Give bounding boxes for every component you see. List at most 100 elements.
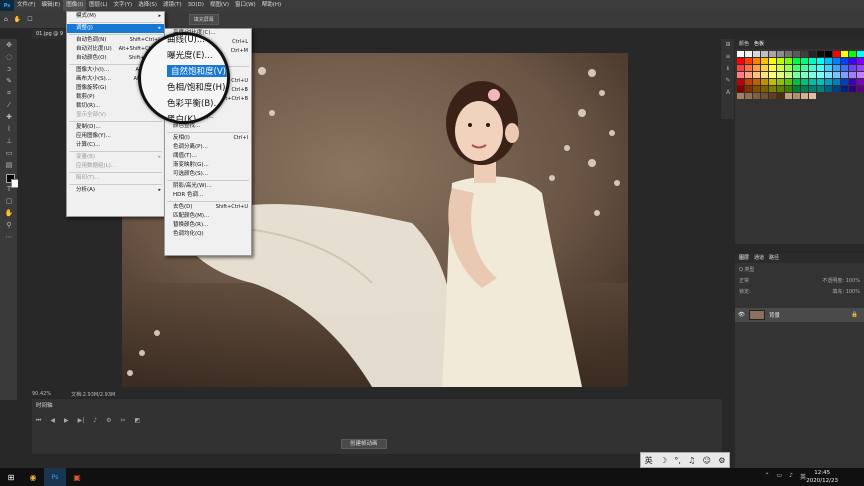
color-swatch[interactable] — [841, 58, 848, 64]
color-swatch[interactable] — [761, 72, 768, 78]
adjust-menu-item[interactable]: 可选颜色(S)... — [165, 170, 251, 179]
character-panel-icon[interactable]: A — [721, 87, 735, 99]
color-swatch[interactable] — [801, 86, 808, 92]
color-swatch[interactable] — [753, 79, 760, 85]
color-swatch[interactable] — [769, 65, 776, 71]
color-swatch[interactable] — [793, 58, 800, 64]
brush-tool-icon[interactable]: ⌇ — [0, 123, 18, 135]
adjust-menu-item[interactable]: 阈值(T)... — [165, 152, 251, 161]
lasso-tool-icon[interactable]: ↄ — [0, 63, 18, 75]
color-swatch[interactable] — [809, 51, 816, 57]
more-tools-icon[interactable]: ⋯ — [0, 231, 18, 243]
eyedropper-tool-icon[interactable]: ⁄ — [0, 99, 18, 111]
image-menu-item[interactable]: 分析(A) ▸ — [67, 186, 164, 195]
color-swatch[interactable] — [793, 72, 800, 78]
color-swatch[interactable] — [817, 51, 824, 57]
tray-arrow-icon[interactable]: ⌃ — [764, 472, 769, 481]
color-swatch[interactable] — [825, 58, 832, 64]
input-method-icon[interactable]: 英 — [800, 472, 806, 481]
brush-panel-icon[interactable]: ✎ — [721, 75, 735, 87]
menu-file[interactable]: 文件(F) — [14, 0, 38, 11]
color-swatch[interactable] — [745, 65, 752, 71]
color-swatch[interactable] — [817, 86, 824, 92]
color-swatch[interactable] — [777, 65, 784, 71]
color-swatch[interactable] — [737, 65, 744, 71]
color-swatch[interactable] — [825, 79, 832, 85]
color-swatch[interactable] — [793, 86, 800, 92]
volume-icon[interactable]: ♪ — [789, 472, 793, 481]
layer-filter-select[interactable]: Q 类型 — [739, 266, 755, 273]
color-swatch[interactable] — [745, 93, 752, 99]
color-swatch[interactable] — [777, 93, 784, 99]
color-swatch[interactable] — [745, 58, 752, 64]
quick-select-tool-icon[interactable]: ✎ — [0, 75, 18, 87]
properties-panel-icon[interactable]: ≡ — [721, 51, 735, 63]
color-swatch[interactable] — [777, 58, 784, 64]
color-swatch[interactable] — [753, 65, 760, 71]
color-swatch[interactable] — [777, 79, 784, 85]
menu-filter[interactable]: 滤镜(T) — [160, 0, 185, 11]
color-swatch[interactable] — [817, 79, 824, 85]
color-swatch[interactable] — [809, 86, 816, 92]
photoshop-taskbar-icon[interactable]: Ps — [44, 468, 66, 486]
layer-row-background[interactable]: 👁 背景 🔒 — [735, 308, 864, 322]
color-swatch[interactable] — [793, 65, 800, 71]
history-panel-icon[interactable]: ⊞ — [721, 39, 735, 51]
color-swatch[interactable] — [737, 79, 744, 85]
ime-button[interactable]: ☽ — [660, 456, 667, 465]
color-swatch[interactable] — [857, 58, 864, 64]
color-swatch[interactable] — [833, 86, 840, 92]
color-swatch[interactable] — [761, 65, 768, 71]
color-swatch[interactable] — [801, 93, 808, 99]
image-menu-item[interactable]: 计算(C)... — [67, 141, 164, 150]
color-swatch[interactable] — [737, 72, 744, 78]
menu-edit[interactable]: 编辑(E) — [38, 0, 63, 11]
color-swatch[interactable] — [825, 86, 832, 92]
crop-tool-icon[interactable]: ⌗ — [0, 87, 18, 99]
color-swatch[interactable] — [841, 72, 848, 78]
color-swatch[interactable] — [753, 72, 760, 78]
menu-3d[interactable]: 3D(D) — [185, 0, 207, 11]
image-menu-item[interactable]: 复制(D)... — [67, 123, 164, 132]
color-swatch[interactable] — [737, 58, 744, 64]
adjust-menu-item[interactable]: 匹配颜色(M)... — [165, 212, 251, 221]
color-swatch[interactable] — [809, 72, 816, 78]
color-swatch[interactable] — [817, 58, 824, 64]
hand-tool-icon[interactable]: ✋ — [0, 207, 18, 219]
menu-help[interactable]: 帮助(H) — [259, 0, 284, 11]
color-swatch[interactable] — [769, 58, 776, 64]
fill-screen-button[interactable]: 填充屏幕 — [188, 14, 219, 25]
eraser-tool-icon[interactable]: ▭ — [0, 147, 18, 159]
color-swatch[interactable] — [833, 72, 840, 78]
color-swatch[interactable] — [785, 86, 792, 92]
prev-frame-icon[interactable]: ◀ — [50, 417, 55, 425]
ime-button[interactable]: ☺ — [703, 456, 711, 465]
color-swatch[interactable] — [737, 93, 744, 99]
zoom-level[interactable]: 90.42% — [32, 391, 51, 397]
color-swatch[interactable] — [753, 58, 760, 64]
color-swatch[interactable] — [857, 72, 864, 78]
color-swatch[interactable] — [785, 65, 792, 71]
chrome-icon[interactable]: ◉ — [22, 468, 44, 486]
marquee-tool-icon[interactable]: ◌ — [0, 51, 18, 63]
shape-tool-icon[interactable]: ▢ — [0, 195, 18, 207]
stamp-tool-icon[interactable]: ⊥ — [0, 135, 18, 147]
home-icon[interactable]: ⌂ — [4, 16, 8, 23]
image-menu-item[interactable]: 调整(J) ▸ — [67, 24, 164, 33]
blend-mode-select[interactable]: 正常 — [739, 277, 749, 284]
color-swatch[interactable] — [849, 58, 856, 64]
color-swatch[interactable] — [849, 51, 856, 57]
color-swatch[interactable] — [785, 51, 792, 57]
menu-type[interactable]: 文字(Y) — [111, 0, 136, 11]
tab-paths[interactable]: 路径 — [769, 253, 779, 263]
color-swatch[interactable] — [785, 79, 792, 85]
color-swatch[interactable] — [769, 72, 776, 78]
windows-start-icon[interactable]: ⊞ — [0, 468, 22, 486]
color-swatch[interactable] — [841, 86, 848, 92]
adjust-menu-item[interactable]: 色调均化(Q) — [165, 230, 251, 239]
color-swatch[interactable] — [849, 65, 856, 71]
color-swatch[interactable] — [801, 65, 808, 71]
image-menu-item[interactable]: 应用图像(Y)... — [67, 132, 164, 141]
image-menu-item[interactable]: 自动色调(N) Shift+Ctrl+L — [67, 36, 164, 45]
ime-button[interactable]: ⚙ — [718, 456, 725, 465]
